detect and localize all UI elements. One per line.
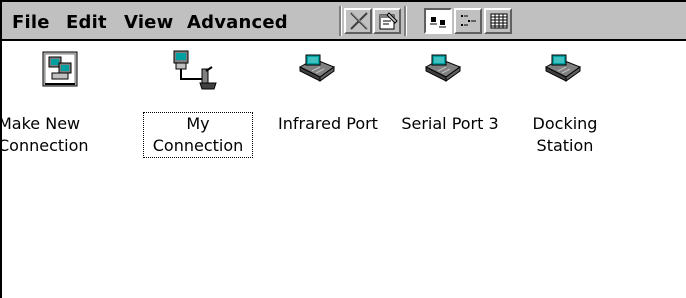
toolbar-separator — [404, 6, 407, 36]
port-device-icon — [298, 54, 336, 82]
menu-view[interactable]: View — [124, 12, 173, 33]
large-icons-view-icon — [430, 17, 446, 28]
item-label-line1: Make New — [0, 114, 81, 133]
details-view-icon — [490, 13, 508, 29]
small-icons-view-icon — [461, 15, 476, 26]
item-label-line1: Infrared Port — [278, 114, 378, 133]
menu-advanced[interactable]: Advanced — [187, 12, 288, 33]
properties-icon — [379, 12, 398, 30]
menu-file[interactable]: File — [12, 12, 50, 33]
properties-button[interactable] — [373, 8, 401, 34]
item-label-line2: Station — [536, 136, 594, 155]
details-view-button[interactable] — [484, 8, 512, 34]
item-label-line1: My — [186, 114, 210, 133]
connections-list: Make New Connection My Connection Infrar… — [0, 41, 686, 298]
item-label-line2: Connection — [152, 136, 244, 155]
port-device-icon — [424, 54, 462, 82]
connection-computer-icon — [173, 50, 217, 90]
menu-edit[interactable]: Edit — [66, 12, 107, 33]
item-label-line1: Docking — [532, 114, 598, 133]
delete-button[interactable] — [344, 8, 372, 34]
port-device-icon — [544, 54, 582, 82]
item-label-line2: Connection — [0, 136, 89, 155]
item-label-line1: Serial Port 3 — [401, 114, 499, 133]
delete-x-icon — [350, 12, 369, 30]
make-new-connection-icon — [42, 51, 78, 87]
small-icons-view-button[interactable] — [454, 8, 482, 34]
menu-bar: File Edit View Advanced — [2, 2, 686, 41]
large-icons-view-button[interactable] — [424, 8, 452, 34]
toolbar-separator — [339, 6, 342, 36]
